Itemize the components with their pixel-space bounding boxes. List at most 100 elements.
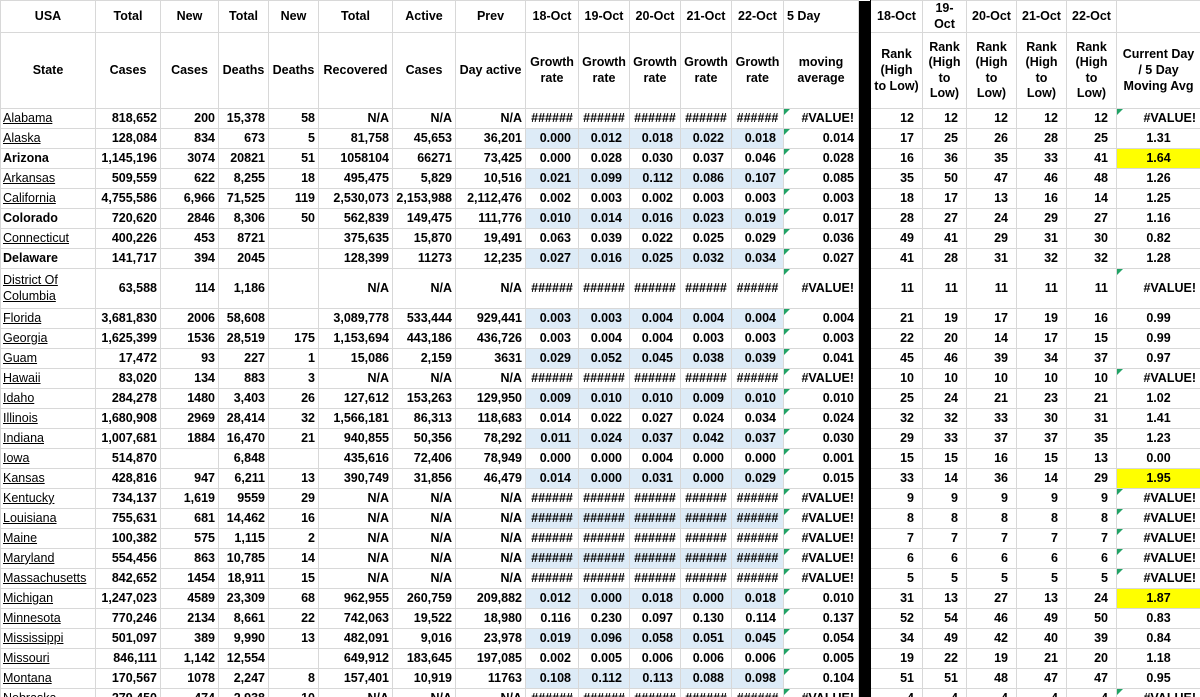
cell-rank-22oct[interactable]: 20 — [1067, 649, 1117, 669]
cell-growth-19oct[interactable]: 0.010 — [579, 389, 630, 409]
cell-total-recovered[interactable]: 435,616 — [319, 449, 393, 469]
cell-rank-20oct[interactable]: 48 — [967, 669, 1017, 689]
cell-total-deaths[interactable]: 2,247 — [219, 669, 269, 689]
cell-growth-18oct[interactable]: 0.021 — [526, 169, 579, 189]
cell-growth-21oct[interactable]: 0.042 — [681, 429, 732, 449]
cell-total-recovered[interactable]: N/A — [319, 489, 393, 509]
cell-active-cases[interactable]: 533,444 — [393, 309, 456, 329]
cell-growth-19oct[interactable]: 0.003 — [579, 309, 630, 329]
cell-state[interactable]: Iowa — [1, 449, 96, 469]
cell-new-deaths[interactable]: 50 — [269, 209, 319, 229]
cell-active-cases[interactable]: 11273 — [393, 249, 456, 269]
cell-growth-21oct[interactable]: ###### — [681, 109, 732, 129]
cell-new-cases[interactable]: 575 — [161, 529, 219, 549]
cell-current-vs-moving-avg[interactable]: #VALUE! — [1117, 269, 1200, 309]
cell-rank-21oct[interactable]: 4 — [1017, 689, 1067, 697]
cell-state[interactable]: Maine — [1, 529, 96, 549]
cell-rank-19oct[interactable]: 9 — [923, 489, 967, 509]
cell-growth-22oct[interactable]: 0.114 — [732, 609, 784, 629]
cell-growth-19oct[interactable]: ###### — [579, 269, 630, 309]
cell-active-cases[interactable]: 10,919 — [393, 669, 456, 689]
cell-rank-20oct[interactable]: 46 — [967, 609, 1017, 629]
cell-state[interactable]: Maryland — [1, 549, 96, 569]
cell-rank-18oct[interactable]: 32 — [871, 409, 923, 429]
cell-moving-average-5day[interactable]: 0.024 — [784, 409, 859, 429]
cell-new-cases[interactable]: 6,966 — [161, 189, 219, 209]
cell-rank-22oct[interactable]: 35 — [1067, 429, 1117, 449]
cell-rank-18oct[interactable]: 10 — [871, 369, 923, 389]
cell-active-cases[interactable]: 45,653 — [393, 129, 456, 149]
cell-new-deaths[interactable]: 13 — [269, 469, 319, 489]
cell-rank-19oct[interactable]: 49 — [923, 629, 967, 649]
cell-total-cases[interactable]: 3,681,830 — [96, 309, 161, 329]
cell-total-cases[interactable]: 1,247,023 — [96, 589, 161, 609]
cell-growth-20oct[interactable]: 0.004 — [630, 449, 681, 469]
cell-prev-day-active[interactable]: N/A — [456, 529, 526, 549]
cell-growth-19oct[interactable]: 0.004 — [579, 329, 630, 349]
cell-prev-day-active[interactable]: N/A — [456, 549, 526, 569]
cell-new-cases[interactable]: 3074 — [161, 149, 219, 169]
cell-rank-21oct[interactable]: 6 — [1017, 549, 1067, 569]
cell-rank-22oct[interactable]: 7 — [1067, 529, 1117, 549]
cell-moving-average-5day[interactable]: #VALUE! — [784, 549, 859, 569]
cell-growth-19oct[interactable]: ###### — [579, 689, 630, 697]
cell-rank-21oct[interactable]: 10 — [1017, 369, 1067, 389]
cell-growth-22oct[interactable]: 0.010 — [732, 389, 784, 409]
cell-prev-day-active[interactable]: 2,112,476 — [456, 189, 526, 209]
cell-moving-average-5day[interactable]: 0.054 — [784, 629, 859, 649]
cell-growth-20oct[interactable]: 0.018 — [630, 589, 681, 609]
cell-rank-19oct[interactable]: 17 — [923, 189, 967, 209]
cell-rank-20oct[interactable]: 47 — [967, 169, 1017, 189]
cell-total-recovered[interactable]: 1,566,181 — [319, 409, 393, 429]
cell-growth-19oct[interactable]: 0.003 — [579, 189, 630, 209]
cell-total-deaths[interactable]: 1,115 — [219, 529, 269, 549]
cell-growth-18oct[interactable]: ###### — [526, 569, 579, 589]
cell-total-cases[interactable]: 842,652 — [96, 569, 161, 589]
cell-total-deaths[interactable]: 8,661 — [219, 609, 269, 629]
cell-moving-average-5day[interactable]: 0.010 — [784, 589, 859, 609]
cell-growth-19oct[interactable]: 0.024 — [579, 429, 630, 449]
cell-moving-average-5day[interactable]: 0.003 — [784, 329, 859, 349]
cell-prev-day-active[interactable]: 118,683 — [456, 409, 526, 429]
cell-rank-21oct[interactable]: 28 — [1017, 129, 1067, 149]
cell-rank-21oct[interactable]: 7 — [1017, 529, 1067, 549]
cell-rank-22oct[interactable]: 47 — [1067, 669, 1117, 689]
cell-total-cases[interactable]: 17,472 — [96, 349, 161, 369]
cell-rank-19oct[interactable]: 27 — [923, 209, 967, 229]
cell-total-cases[interactable]: 514,870 — [96, 449, 161, 469]
cell-rank-20oct[interactable]: 16 — [967, 449, 1017, 469]
cell-total-cases[interactable]: 720,620 — [96, 209, 161, 229]
cell-new-deaths[interactable]: 21 — [269, 429, 319, 449]
cell-rank-21oct[interactable]: 15 — [1017, 449, 1067, 469]
cell-active-cases[interactable]: 72,406 — [393, 449, 456, 469]
cell-active-cases[interactable]: 149,475 — [393, 209, 456, 229]
cell-new-cases[interactable]: 114 — [161, 269, 219, 309]
cell-current-vs-moving-avg[interactable]: 0.84 — [1117, 629, 1200, 649]
cell-growth-19oct[interactable]: 0.039 — [579, 229, 630, 249]
cell-rank-20oct[interactable]: 29 — [967, 229, 1017, 249]
cell-growth-22oct[interactable]: ###### — [732, 689, 784, 697]
cell-new-deaths[interactable]: 119 — [269, 189, 319, 209]
cell-rank-21oct[interactable]: 31 — [1017, 229, 1067, 249]
cell-growth-20oct[interactable]: 0.004 — [630, 309, 681, 329]
cell-new-cases[interactable]: 453 — [161, 229, 219, 249]
cell-total-cases[interactable]: 734,137 — [96, 489, 161, 509]
cell-current-vs-moving-avg[interactable]: 1.28 — [1117, 249, 1200, 269]
cell-growth-22oct[interactable]: ###### — [732, 509, 784, 529]
cell-rank-20oct[interactable]: 12 — [967, 109, 1017, 129]
column-header-rank-21oct[interactable]: 21-Oct — [1017, 1, 1067, 33]
cell-new-cases[interactable]: 474 — [161, 689, 219, 697]
cell-prev-day-active[interactable]: 78,949 — [456, 449, 526, 469]
cell-growth-21oct[interactable]: 0.006 — [681, 649, 732, 669]
cell-rank-22oct[interactable]: 31 — [1067, 409, 1117, 429]
cell-rank-18oct[interactable]: 19 — [871, 649, 923, 669]
cell-state[interactable]: Indiana — [1, 429, 96, 449]
cell-active-cases[interactable]: 66271 — [393, 149, 456, 169]
cell-prev-day-active[interactable]: N/A — [456, 269, 526, 309]
cell-prev-day-active[interactable]: 78,292 — [456, 429, 526, 449]
cell-total-cases[interactable]: 818,652 — [96, 109, 161, 129]
cell-growth-18oct[interactable]: ###### — [526, 109, 579, 129]
cell-growth-18oct[interactable]: 0.014 — [526, 409, 579, 429]
cell-current-vs-moving-avg[interactable]: 1.26 — [1117, 169, 1200, 189]
cell-growth-19oct[interactable]: ###### — [579, 109, 630, 129]
